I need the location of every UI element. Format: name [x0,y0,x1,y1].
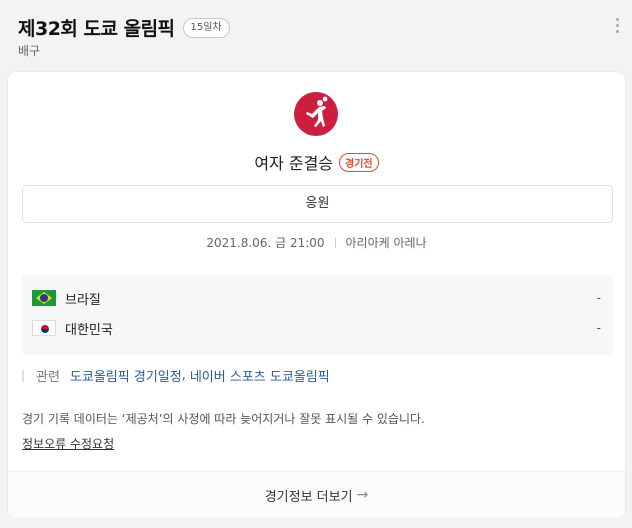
report-error-link[interactable]: 정보오류 수정요청 [22,435,114,452]
sport-subtitle: 배구 [18,44,41,58]
page-title[interactable]: 제32회 도쿄 올림픽 [18,14,175,41]
related-label: 관련 [36,370,60,385]
match-card: 여자 준결승 경기전 응원 2021.8.06. 금 21:00 아리아케 아레… [8,72,625,518]
day-badge: 15일차 [182,17,230,38]
korea-flag-icon [32,320,56,336]
team-name: 브라질 [65,292,101,308]
related-divider [22,369,24,382]
match-venue: 아리아케 아레나 [345,236,427,250]
status-badge: 경기전 [339,152,379,172]
match-datetime: 2021.8.06. 금 21:00 [206,236,325,250]
event-row: 여자 준결승 경기전 [8,150,625,174]
match-info: 2021.8.06. 금 21:00 아리아케 아레나 [8,234,625,251]
team-name: 대한민국 [65,322,113,338]
related-link-naver-sports[interactable]: 네이버 스포츠 도쿄올림픽 [190,366,330,385]
data-notice: 경기 기록 데이터는 ‘제공처’의 사정에 따라 늦어지거나 잘못 표시될 수 … [22,412,425,426]
team-row[interactable]: 브라질 - [32,287,601,309]
volleyball-icon [294,92,338,136]
related-separator: , [181,368,186,383]
header: 제32회 도쿄 올림픽 15일차 배구 [0,0,632,70]
more-info-label: 경기정보 더보기 [264,489,353,505]
title-row: 제32회 도쿄 올림픽 15일차 [18,14,230,41]
team-score: - [596,321,601,335]
info-divider [334,237,336,248]
team-row[interactable]: 대한민국 - [32,317,601,339]
related-link-schedule[interactable]: 도쿄올림픽 경기일정 [70,366,182,385]
team-score: - [596,291,601,305]
brazil-flag-icon [32,290,56,306]
teams-box: 브라질 - 대한민국 - [22,275,613,355]
cheer-button[interactable]: 응원 [22,185,613,223]
event-name: 여자 준결승 [254,154,334,173]
related-links: 관련 도쿄올림픽 경기일정, 네이버 스포츠 도쿄올림픽 [22,366,330,385]
more-info-button[interactable]: 경기정보 더보기 → [8,471,625,518]
more-options-icon[interactable] [616,18,620,34]
arrow-right-icon: → [356,487,369,503]
